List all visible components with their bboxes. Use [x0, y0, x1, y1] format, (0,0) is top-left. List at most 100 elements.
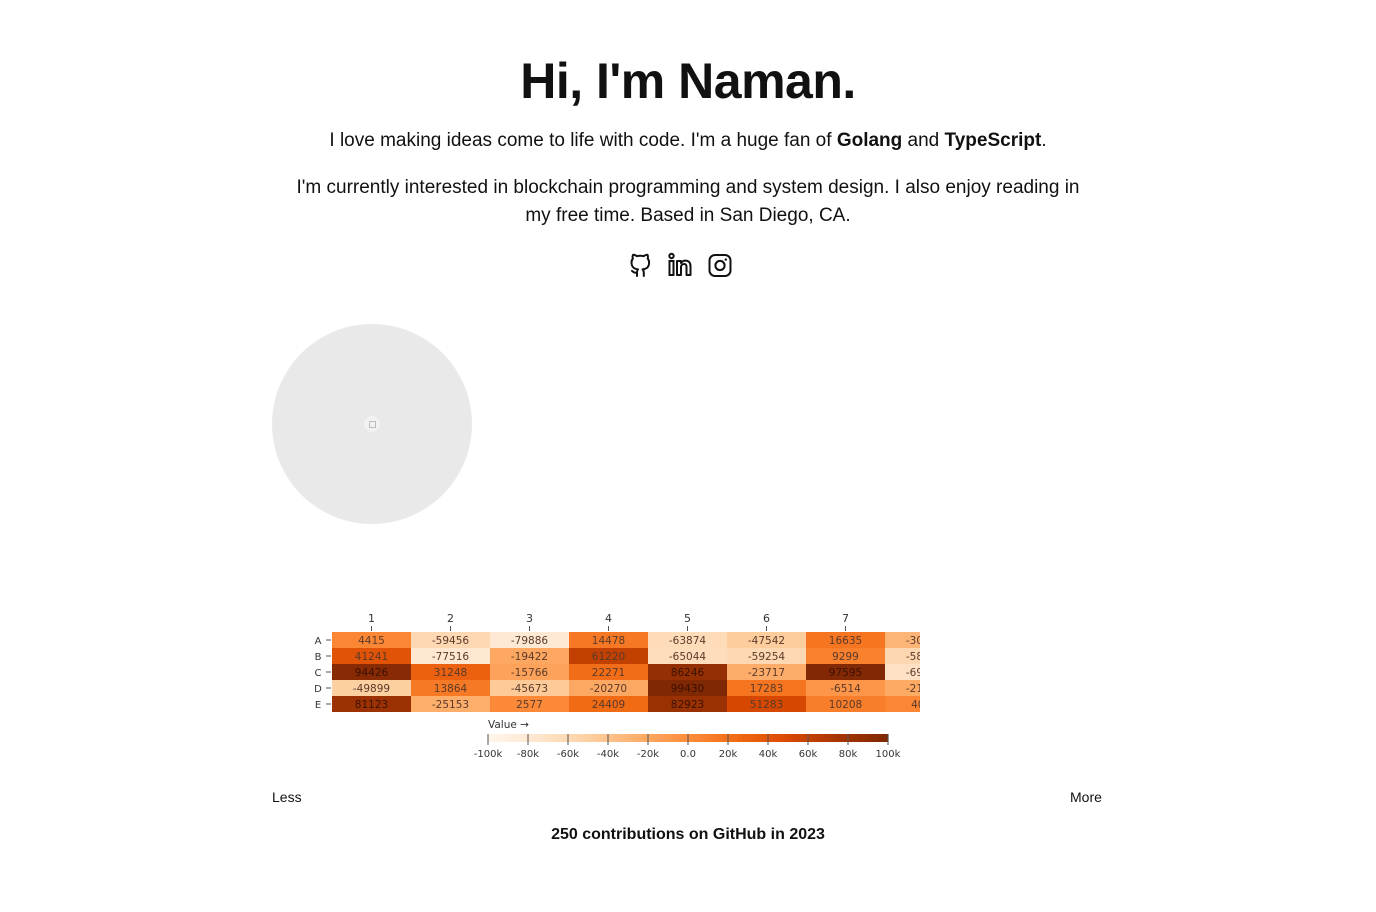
instagram-link[interactable] [708, 251, 732, 279]
color-scale-swatch [538, 734, 544, 742]
color-scale-tick-label: -100k [474, 749, 503, 760]
instagram-icon [708, 254, 732, 277]
cell-value-label: 14478 [592, 635, 625, 647]
color-scale-tick-label: 100k [876, 749, 901, 760]
color-scale-swatch [668, 734, 674, 742]
github-icon [630, 253, 651, 277]
cell-value-label: -21766 [906, 683, 920, 695]
cell-value-label: -20270 [590, 683, 627, 695]
cell-value-label: -25153 [432, 699, 469, 711]
social-links [628, 250, 748, 280]
color-scale-swatch [628, 734, 634, 742]
color-scale-swatch [698, 734, 704, 742]
color-scale-swatch [783, 734, 789, 742]
color-scale-swatch [808, 734, 814, 742]
cell-value-label: -58470 [906, 651, 920, 663]
language-typescript: TypeScript [944, 130, 1042, 151]
github-link[interactable] [628, 251, 652, 279]
color-scale-swatch [758, 734, 764, 742]
color-scale-tick-label: 20k [719, 749, 738, 760]
legend-more-label: More [1070, 789, 1102, 805]
cell-value-label: 13864 [434, 683, 468, 695]
cell-value-label: 94426 [355, 667, 389, 679]
color-scale-swatch [738, 734, 744, 742]
color-scale-swatch [503, 734, 509, 742]
column-label: 5 [684, 612, 691, 625]
row-label: D [314, 684, 322, 695]
color-scale-swatch [858, 734, 864, 742]
color-scale-tick-label: -20k [637, 749, 659, 760]
color-scale-swatch [873, 734, 879, 742]
cell-value-label: 16635 [829, 635, 862, 647]
color-scale-swatch [798, 734, 804, 742]
color-scale-swatch [653, 734, 659, 742]
column-label: 4 [605, 612, 612, 625]
color-scale-swatch [793, 734, 799, 742]
cell-value-label: -59254 [748, 651, 786, 663]
intro-prefix: I love making ideas come to life with co… [329, 130, 837, 151]
contributions-summary: 250 contributions on GitHub in 2023 [551, 826, 825, 843]
color-scale-swatch [823, 734, 829, 742]
color-scale-swatch [608, 734, 614, 742]
cell-value-label: 82923 [671, 699, 704, 711]
color-scale-swatch [543, 734, 549, 742]
color-scale-swatch [533, 734, 539, 742]
color-scale-label: Value → [488, 719, 529, 731]
color-scale-swatch [678, 734, 684, 742]
color-scale-tick-label: 0.0 [680, 749, 696, 760]
color-scale-swatch [578, 734, 584, 742]
cell-value-label: -30278 [906, 635, 920, 647]
color-scale-swatch [688, 734, 694, 742]
color-scale-swatch [593, 734, 599, 742]
color-scale-tick-label: 80k [839, 749, 858, 760]
column-label: 2 [447, 612, 454, 625]
cell-value-label: -23717 [748, 667, 785, 679]
cell-value-label: 17283 [750, 683, 783, 695]
color-scale-swatch [488, 734, 494, 742]
cell-value-label: -45673 [511, 683, 548, 695]
color-scale-swatch [508, 734, 514, 742]
color-scale-swatch [708, 734, 714, 742]
cell-value-label: -15766 [511, 667, 549, 679]
cell-value-label: 31248 [434, 667, 467, 679]
cell-value-label: -63874 [669, 635, 707, 647]
cell-value-label: 41241 [355, 651, 388, 663]
column-label: 3 [526, 612, 533, 625]
language-golang: Golang [836, 130, 903, 151]
image-placeholder-icon [364, 416, 380, 432]
color-scale-tick-label: -60k [557, 749, 579, 760]
row-label: A [315, 636, 322, 647]
column-label: 6 [763, 612, 770, 625]
row-label: E [315, 700, 321, 711]
color-scale-swatch [648, 734, 654, 742]
contribution-heatmap: 123456789ABCDE4415-59456-7988614478-6387… [314, 612, 920, 760]
color-scale-swatch [868, 734, 874, 742]
color-scale-tick-label: -80k [517, 749, 539, 760]
color-scale-swatch [583, 734, 589, 742]
color-scale-swatch [518, 734, 524, 742]
cell-value-label: -77516 [432, 651, 470, 663]
color-scale-swatch [693, 734, 699, 742]
cell-value-label: 10208 [829, 699, 862, 711]
color-scale-tick-label: -40k [597, 749, 619, 760]
color-scale-swatch [743, 734, 749, 742]
cell-value-label: -47542 [748, 635, 785, 647]
row-label: C [315, 668, 322, 679]
color-scale-swatch [493, 734, 499, 742]
cell-value-label: 99430 [671, 683, 704, 695]
cell-value-label: -65044 [669, 651, 707, 663]
color-scale-swatch [673, 734, 679, 742]
color-scale-swatch [638, 734, 644, 742]
cell-value-label: -79886 [511, 635, 549, 647]
color-scale-swatch [588, 734, 594, 742]
color-scale-swatch [833, 734, 839, 742]
row-label: B [315, 652, 322, 663]
color-scale-swatch [703, 734, 709, 742]
color-scale-swatch [573, 734, 579, 742]
linkedin-link[interactable] [668, 251, 692, 279]
color-scale-swatch [658, 734, 664, 742]
cell-value-label: -69800 [906, 667, 920, 679]
color-scale-swatch [513, 734, 519, 742]
cell-value-label: 4055 [911, 699, 920, 711]
color-scale-swatch [828, 734, 834, 742]
